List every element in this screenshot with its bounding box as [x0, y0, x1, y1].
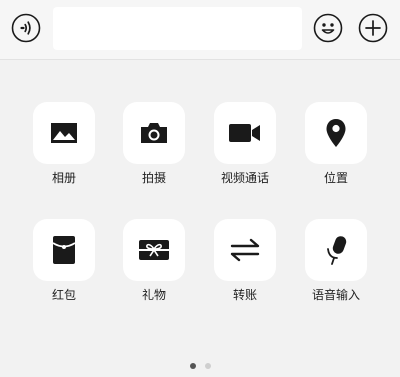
voice-toggle-button[interactable] [11, 13, 41, 43]
transfer-tile[interactable] [214, 219, 276, 281]
video-call-tile[interactable] [214, 102, 276, 164]
transfer-icon [230, 238, 260, 262]
red-packet-tile[interactable] [33, 219, 95, 281]
image-icon [51, 123, 77, 143]
location-pin-icon [326, 119, 346, 147]
gift-label: 礼物 [141, 288, 166, 302]
location-label: 位置 [323, 171, 348, 185]
gift-tile[interactable] [123, 219, 185, 281]
gift-icon [139, 240, 169, 260]
voice-input-tile[interactable] [305, 219, 367, 281]
page-dot-active[interactable] [189, 363, 196, 369]
message-input-bar [0, 0, 400, 60]
message-input[interactable] [53, 7, 302, 50]
page-dot-inactive[interactable] [204, 363, 211, 369]
more-functions-button[interactable] [358, 13, 388, 43]
page-indicator [0, 363, 400, 369]
voice-wave-icon [11, 13, 41, 43]
album-tile[interactable] [33, 102, 95, 164]
smiley-icon [313, 13, 343, 43]
album-label: 相册 [51, 171, 76, 185]
voice-input-label: 语音输入 [311, 288, 360, 302]
red-packet-label: 红包 [51, 288, 76, 302]
chat-input-area: 相册 拍摄 视频通话 位置 红包 礼物 转账 语音输入 [0, 0, 400, 377]
plus-circle-icon [358, 13, 388, 43]
red-envelope-icon [52, 236, 76, 264]
camera-label: 拍摄 [141, 171, 166, 185]
emoji-button[interactable] [313, 13, 343, 43]
microphone-icon [327, 236, 347, 265]
video-camera-icon [229, 124, 260, 142]
location-tile[interactable] [305, 102, 367, 164]
transfer-label: 转账 [232, 288, 257, 302]
camera-tile[interactable] [123, 102, 185, 164]
camera-icon [141, 123, 167, 143]
video-call-label: 视频通话 [220, 171, 269, 185]
more-functions-panel: 相册 拍摄 视频通话 位置 红包 礼物 转账 语音输入 [0, 61, 400, 377]
